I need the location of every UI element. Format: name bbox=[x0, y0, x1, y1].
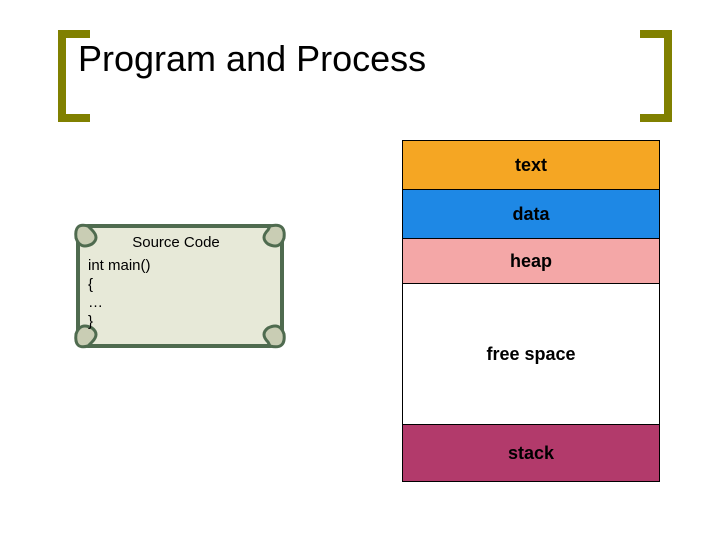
right-bracket-icon bbox=[640, 30, 672, 122]
segment-stack-label: stack bbox=[508, 443, 554, 464]
segment-heap: heap bbox=[402, 238, 660, 284]
segment-heap-label: heap bbox=[510, 251, 552, 272]
source-code-heading: Source Code bbox=[88, 234, 272, 253]
segment-stack: stack bbox=[402, 424, 660, 482]
code-line-3: … bbox=[88, 294, 103, 311]
code-line-4: } bbox=[88, 313, 93, 330]
memory-layout: text data heap free space stack bbox=[402, 140, 660, 482]
segment-text-label: text bbox=[515, 155, 547, 176]
source-code-scroll: Source Code int main() { … } bbox=[70, 216, 290, 356]
slide-title: Program and Process bbox=[78, 38, 426, 80]
slide-title-container: Program and Process bbox=[58, 46, 672, 120]
source-code-text: Source Code int main() { … } bbox=[88, 234, 272, 332]
code-line-1: int main() bbox=[88, 257, 151, 274]
code-line-2: { bbox=[88, 276, 93, 293]
segment-text: text bbox=[402, 140, 660, 190]
segment-free: free space bbox=[402, 283, 660, 425]
segment-data: data bbox=[402, 189, 660, 239]
segment-data-label: data bbox=[512, 204, 549, 225]
segment-free-label: free space bbox=[486, 344, 575, 365]
